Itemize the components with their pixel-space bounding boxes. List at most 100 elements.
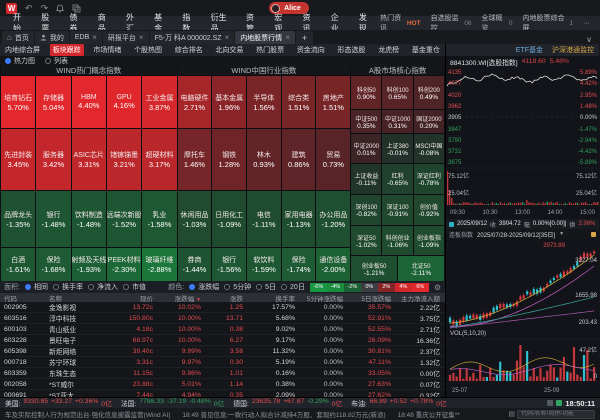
heatmap-tile[interactable]: 白酒-1.61%: [1, 248, 35, 281]
heatmap-tile[interactable]: 银行-1.48%: [36, 191, 70, 247]
tab[interactable]: 我的: [35, 31, 69, 44]
heatmap-tile[interactable]: 保险-1.74%: [282, 248, 316, 281]
radio-option[interactable]: 市值: [123, 282, 146, 292]
heatmap-tile[interactable]: 先进封装3.45%: [1, 129, 35, 190]
radio-option[interactable]: 热力图: [5, 56, 35, 66]
heatmap-tile[interactable]: 玻璃纤维-2.88%: [142, 248, 176, 281]
heatmap-tile[interactable]: 红利-0.65%: [382, 164, 412, 194]
radio-option[interactable]: 换手率: [53, 282, 83, 292]
heatmap-tile[interactable]: 中证5000.35%: [351, 110, 381, 133]
heatmap-tile[interactable]: 保险-1.68%: [36, 248, 70, 281]
nav-item[interactable]: 龙虎榜: [375, 44, 402, 56]
heatmap-tile[interactable]: 通信设备-2.00%: [316, 248, 350, 281]
heatmap-tile[interactable]: 软饮料-1.59%: [247, 248, 281, 281]
close-icon[interactable]: ×: [285, 33, 290, 42]
heatmap-tile[interactable]: 林木0.93%: [247, 129, 281, 190]
tab-hk-connect-monitor[interactable]: 沪深港通监控: [552, 45, 594, 55]
heatmap-tile[interactable]: HBM4.40%: [72, 76, 106, 128]
heatmap-tile[interactable]: 科创1000.65%: [382, 76, 412, 109]
heatmap-tile[interactable]: 日用化工-1.09%: [212, 191, 246, 247]
heatmap-tile[interactable]: 银行-1.56%: [212, 248, 246, 281]
heatmap-tile[interactable]: 钢铁1.28%: [212, 129, 246, 190]
heatmap-tile[interactable]: 射频及天线-1.93%: [72, 248, 106, 281]
heatmap-tile[interactable]: 房地产1.51%: [316, 76, 350, 128]
heatmap-tile[interactable]: 深证50-1.02%: [351, 226, 381, 255]
nav-item[interactable]: 北向交易: [212, 44, 246, 56]
heatmap-tile[interactable]: 国证20000.20%: [414, 110, 444, 133]
tab[interactable]: 内地股票行情×: [235, 31, 295, 44]
heatmap-tile[interactable]: 券商-1.44%: [178, 248, 212, 281]
heatmap-tile[interactable]: 综合类1.51%: [282, 76, 316, 128]
tab[interactable]: 研报平台×: [103, 31, 149, 44]
kline-range-bar[interactable]: 连板指数 2025/07/28-2025/09/12[35日] ▼: [446, 229, 599, 239]
table-row[interactable]: 002058*ST威尔23.88c5.01%1.140.38%0.00%27.6…: [0, 379, 445, 390]
heatmap-tile[interactable]: 科创2000.49%: [414, 76, 444, 109]
heatmap-tile[interactable]: 基本金属1.96%: [212, 76, 246, 128]
news-item[interactable]: 18:49 普见信息:一致行动人拟合计减持4万股、套现约118.82万元(新浪): [182, 409, 385, 419]
heatmap-tile[interactable]: 办公用品-1.20%: [316, 191, 350, 247]
radio-option[interactable]: 5日: [256, 282, 276, 292]
heatmap-tile[interactable]: 科创创业-1.06%: [382, 226, 412, 255]
table-row[interactable]: 605398新炬网络39.40c9.99%3.5811.32%0.00%30.8…: [0, 346, 445, 357]
table-row[interactable]: 600103青山纸业4.18c10.00%0.389.02%0.00%52.55…: [0, 324, 445, 335]
chevron-down-icon[interactable]: ∨: [580, 35, 598, 44]
radio-option[interactable]: 净流入: [88, 282, 118, 292]
radio-option[interactable]: 相同: [25, 282, 48, 292]
radio-option[interactable]: 涨跌幅: [189, 282, 219, 292]
nav-item[interactable]: 内地综合屏: [2, 44, 43, 56]
heatmap-tile[interactable]: 饮料制造-1.48%: [72, 191, 106, 247]
heatmap-tile[interactable]: 服务器3.42%: [36, 129, 70, 190]
close-icon[interactable]: ×: [225, 33, 230, 42]
radio-option[interactable]: 5分钟: [224, 282, 251, 292]
nav-item[interactable]: 资金流向: [294, 44, 328, 56]
command-input[interactable]: [517, 410, 595, 419]
index-quote[interactable]: 德国:23635.78+67.87-0.29%0亿: [233, 398, 342, 408]
heatmap-tile[interactable]: 上证380-0.01%: [382, 134, 412, 163]
heatmap-tile[interactable]: ASIC芯片3.31%: [72, 129, 106, 190]
tab[interactable]: F5-万 科A 000002.SZ×: [150, 31, 235, 44]
new-tab-button[interactable]: +: [296, 31, 313, 44]
tab[interactable]: EDB×: [70, 31, 102, 44]
heatmap-tile[interactable]: MSCI中国-0.08%: [414, 134, 444, 163]
heatmap-tile[interactable]: 中证20000.01%: [351, 134, 381, 163]
table-row[interactable]: 000718苏宁环球3.31c9.97%0.305.19%0.00%47.11%…: [0, 357, 445, 368]
menu-shortcut[interactable]: ···: [583, 20, 590, 27]
heatmap-tile[interactable]: 电脑硬件2.71%: [178, 76, 212, 128]
nav-item[interactable]: 个股热图: [131, 44, 165, 56]
heatmap-tile[interactable]: 深证100-0.91%: [382, 195, 412, 225]
heatmap-tile[interactable]: 建筑0.86%: [282, 129, 316, 190]
heatmap-tile[interactable]: 上证收益-0.11%: [351, 164, 381, 194]
heatmap-tile[interactable]: 品牌龙头-1.35%: [1, 191, 35, 247]
index-quote[interactable]: 法国:7786.33-37.19-0.48%0亿: [121, 398, 224, 408]
nav-item[interactable]: 市场情绪: [90, 44, 124, 56]
heatmap-tile[interactable]: 远端次新股-1.52%: [107, 191, 141, 247]
heatmap-tile[interactable]: 锗镓锑墨3.21%: [107, 129, 141, 190]
heatmap-tile[interactable]: 工业金属3.87%: [142, 76, 176, 128]
heatmap-tile[interactable]: 深创100-0.82%: [351, 195, 381, 225]
nav-item[interactable]: 板块跟踪: [50, 44, 84, 56]
heatmap-tile[interactable]: 科创500.90%: [351, 76, 381, 109]
heatmap-tile[interactable]: 中证10000.31%: [382, 110, 412, 133]
heatmap-tile[interactable]: 创价值-0.92%: [414, 195, 444, 225]
heatmap-tile[interactable]: 北证50-2.11%: [398, 256, 444, 281]
close-icon[interactable]: ×: [92, 33, 97, 42]
index-quote[interactable]: 美国:9330.85+33.27+0.36%0亿: [5, 398, 112, 408]
heatmap-tile[interactable]: 培育钻石5.70%: [1, 76, 35, 128]
news-item[interactable]: 车及实际控制人行为规范出台·强化信息披露监管(Wind AI): [5, 409, 170, 419]
radio-option[interactable]: 20日: [281, 282, 305, 292]
nav-item[interactable]: 形态选股: [335, 44, 369, 56]
heatmap-tile[interactable]: 电信-1.11%: [247, 191, 281, 247]
heatmap-tile[interactable]: 摩托车1.46%: [178, 129, 212, 190]
table-row[interactable]: 603516淳中科技150.80c10.00%13.715.68%0.00%52…: [0, 313, 445, 324]
heatmap-tile[interactable]: 创业板指-1.09%: [414, 226, 444, 255]
table-row[interactable]: 002905金逸影视13.72c10.02%1.2517.57%0.00%35.…: [0, 302, 445, 313]
tab-etf-funds[interactable]: ETF基金: [516, 45, 543, 55]
heatmap-tile[interactable]: 乳业-1.58%: [142, 191, 176, 247]
heatmap-tile[interactable]: 超硬材料3.17%: [142, 129, 176, 190]
layout-icon[interactable]: [547, 400, 553, 406]
heatmap-tile[interactable]: 休闲用品-1.03%: [178, 191, 212, 247]
heatmap-tile[interactable]: 贸易0.73%: [316, 129, 350, 190]
chevron-down-icon[interactable]: ▼: [559, 231, 564, 237]
close-icon[interactable]: ×: [139, 33, 144, 42]
heatmap-tile[interactable]: GPU4.16%: [107, 76, 141, 128]
